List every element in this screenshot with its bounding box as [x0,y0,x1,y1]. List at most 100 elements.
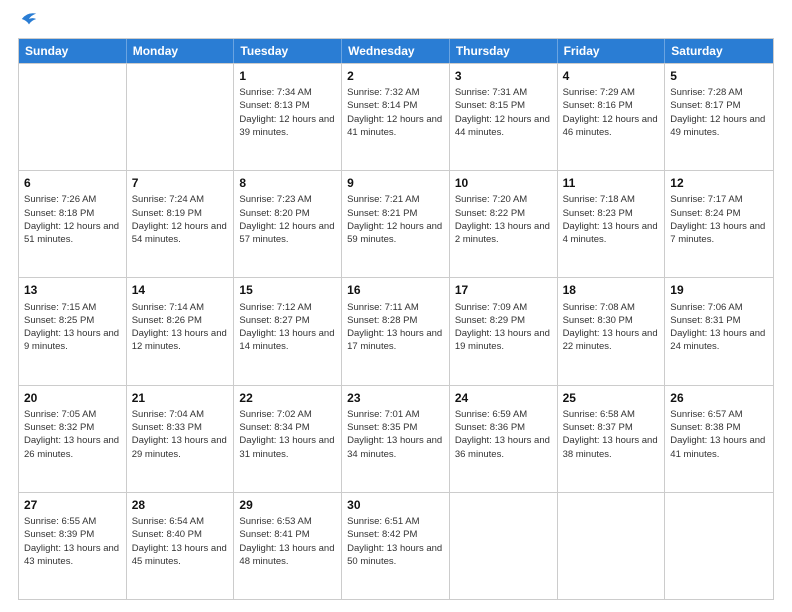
calendar-cell: 23Sunrise: 7:01 AM Sunset: 8:35 PM Dayli… [342,386,450,492]
day-info: Sunrise: 7:01 AM Sunset: 8:35 PM Dayligh… [347,408,444,461]
day-info: Sunrise: 6:57 AM Sunset: 8:38 PM Dayligh… [670,408,768,461]
calendar-cell: 16 Sunrise: 7:11 AM Sunset: 8:28 PM Dayli… [342,278,450,384]
header [18,18,774,28]
day-number: 3 [455,68,552,84]
calendar-cell: 3 Sunrise: 7:31 AM Sunset: 8:15 PM Daylig… [450,64,558,170]
day-info: Sunrise: 7:34 AM Sunset: 8:13 PM Dayligh… [239,86,336,139]
calendar-cell: 30 Sunrise: 6:51 AM Sunset: 8:42 PM Dayli… [342,493,450,599]
day-info: Sunrise: 6:53 AM Sunset: 8:41 PM Dayligh… [239,515,336,568]
day-info: Sunrise: 7:29 AM Sunset: 8:16 PM Dayligh… [563,86,660,139]
day-number: 11 [563,175,660,191]
calendar-cell: 10Sunrise: 7:20 AM Sunset: 8:22 PM Dayli… [450,171,558,277]
day-info: Sunrise: 7:23 AM Sunset: 8:20 PM Dayligh… [239,193,336,246]
calendar-cell: 14Sunrise: 7:14 AM Sunset: 8:26 PM Dayli… [127,278,235,384]
calendar-cell: 1 Sunrise: 7:34 AM Sunset: 8:13 PM Daylig… [234,64,342,170]
day-number: 27 [24,497,121,513]
day-info: Sunrise: 7:02 AM Sunset: 8:34 PM Dayligh… [239,408,336,461]
day-info: Sunrise: 7:21 AM Sunset: 8:21 PM Dayligh… [347,193,444,246]
calendar-cell: 21 Sunrise: 7:04 AM Sunset: 8:33 PM Dayli… [127,386,235,492]
calendar-week-2: 6Sunrise: 7:26 AM Sunset: 8:18 PM Daylig… [19,170,773,277]
day-number: 9 [347,175,444,191]
calendar: SundayMondayTuesdayWednesdayThursdayFrid… [18,38,774,600]
day-number: 28 [132,497,229,513]
day-number: 5 [670,68,768,84]
day-info: Sunrise: 7:14 AM Sunset: 8:26 PM Dayligh… [132,301,229,354]
day-info: Sunrise: 6:55 AM Sunset: 8:39 PM Dayligh… [24,515,121,568]
calendar-cell: 8 Sunrise: 7:23 AM Sunset: 8:20 PM Daylig… [234,171,342,277]
day-number: 18 [563,282,660,298]
header-cell-friday: Friday [558,39,666,63]
day-number: 25 [563,390,660,406]
day-number: 24 [455,390,552,406]
day-number: 7 [132,175,229,191]
calendar-cell: 24Sunrise: 6:59 AM Sunset: 8:36 PM Dayli… [450,386,558,492]
day-number: 26 [670,390,768,406]
calendar-cell: 22 Sunrise: 7:02 AM Sunset: 8:34 PM Dayli… [234,386,342,492]
calendar-cell: 11 Sunrise: 7:18 AM Sunset: 8:23 PM Dayli… [558,171,666,277]
header-cell-tuesday: Tuesday [234,39,342,63]
header-cell-monday: Monday [127,39,235,63]
calendar-cell: 4 Sunrise: 7:29 AM Sunset: 8:16 PM Daylig… [558,64,666,170]
day-info: Sunrise: 7:18 AM Sunset: 8:23 PM Dayligh… [563,193,660,246]
day-info: Sunrise: 6:51 AM Sunset: 8:42 PM Dayligh… [347,515,444,568]
day-number: 17 [455,282,552,298]
logo-text [18,18,38,28]
day-info: Sunrise: 7:17 AM Sunset: 8:24 PM Dayligh… [670,193,768,246]
calendar-cell: 9 Sunrise: 7:21 AM Sunset: 8:21 PM Daylig… [342,171,450,277]
calendar-cell: 2 Sunrise: 7:32 AM Sunset: 8:14 PM Daylig… [342,64,450,170]
calendar-cell: 7 Sunrise: 7:24 AM Sunset: 8:19 PM Daylig… [127,171,235,277]
calendar-body: 1 Sunrise: 7:34 AM Sunset: 8:13 PM Daylig… [19,63,773,599]
header-cell-saturday: Saturday [665,39,773,63]
logo [18,18,38,28]
calendar-cell: 12 Sunrise: 7:17 AM Sunset: 8:24 PM Dayli… [665,171,773,277]
calendar-cell: 6Sunrise: 7:26 AM Sunset: 8:18 PM Daylig… [19,171,127,277]
calendar-cell: 5Sunrise: 7:28 AM Sunset: 8:17 PM Daylig… [665,64,773,170]
day-info: Sunrise: 7:04 AM Sunset: 8:33 PM Dayligh… [132,408,229,461]
day-number: 19 [670,282,768,298]
calendar-week-3: 13 Sunrise: 7:15 AM Sunset: 8:25 PM Dayli… [19,277,773,384]
calendar-cell [558,493,666,599]
calendar-cell [450,493,558,599]
calendar-cell: 18 Sunrise: 7:08 AM Sunset: 8:30 PM Dayli… [558,278,666,384]
page: SundayMondayTuesdayWednesdayThursdayFrid… [0,0,792,612]
day-number: 8 [239,175,336,191]
day-info: Sunrise: 7:12 AM Sunset: 8:27 PM Dayligh… [239,301,336,354]
calendar-cell: 20Sunrise: 7:05 AM Sunset: 8:32 PM Dayli… [19,386,127,492]
day-number: 21 [132,390,229,406]
calendar-cell: 25 Sunrise: 6:58 AM Sunset: 8:37 PM Dayli… [558,386,666,492]
day-info: Sunrise: 7:32 AM Sunset: 8:14 PM Dayligh… [347,86,444,139]
day-info: Sunrise: 7:08 AM Sunset: 8:30 PM Dayligh… [563,301,660,354]
calendar-cell: 27 Sunrise: 6:55 AM Sunset: 8:39 PM Dayli… [19,493,127,599]
calendar-week-4: 20Sunrise: 7:05 AM Sunset: 8:32 PM Dayli… [19,385,773,492]
day-info: Sunrise: 6:58 AM Sunset: 8:37 PM Dayligh… [563,408,660,461]
calendar-cell: 13 Sunrise: 7:15 AM Sunset: 8:25 PM Dayli… [19,278,127,384]
day-number: 13 [24,282,121,298]
calendar-cell: 17Sunrise: 7:09 AM Sunset: 8:29 PM Dayli… [450,278,558,384]
day-info: Sunrise: 7:11 AM Sunset: 8:28 PM Dayligh… [347,301,444,354]
calendar-week-5: 27 Sunrise: 6:55 AM Sunset: 8:39 PM Dayli… [19,492,773,599]
header-cell-wednesday: Wednesday [342,39,450,63]
day-number: 29 [239,497,336,513]
day-number: 4 [563,68,660,84]
day-info: Sunrise: 7:31 AM Sunset: 8:15 PM Dayligh… [455,86,552,139]
calendar-cell: 28Sunrise: 6:54 AM Sunset: 8:40 PM Dayli… [127,493,235,599]
day-number: 30 [347,497,444,513]
day-info: Sunrise: 7:15 AM Sunset: 8:25 PM Dayligh… [24,301,121,354]
day-number: 12 [670,175,768,191]
header-cell-sunday: Sunday [19,39,127,63]
day-info: Sunrise: 7:26 AM Sunset: 8:18 PM Dayligh… [24,193,121,246]
day-number: 10 [455,175,552,191]
day-info: Sunrise: 7:05 AM Sunset: 8:32 PM Dayligh… [24,408,121,461]
calendar-cell: 26 Sunrise: 6:57 AM Sunset: 8:38 PM Dayli… [665,386,773,492]
day-number: 22 [239,390,336,406]
day-number: 16 [347,282,444,298]
day-number: 2 [347,68,444,84]
calendar-header-row: SundayMondayTuesdayWednesdayThursdayFrid… [19,39,773,63]
day-info: Sunrise: 7:06 AM Sunset: 8:31 PM Dayligh… [670,301,768,354]
day-info: Sunrise: 7:24 AM Sunset: 8:19 PM Dayligh… [132,193,229,246]
logo-bird-icon [20,10,38,28]
calendar-cell: 15Sunrise: 7:12 AM Sunset: 8:27 PM Dayli… [234,278,342,384]
header-cell-thursday: Thursday [450,39,558,63]
calendar-week-1: 1 Sunrise: 7:34 AM Sunset: 8:13 PM Daylig… [19,63,773,170]
day-number: 1 [239,68,336,84]
